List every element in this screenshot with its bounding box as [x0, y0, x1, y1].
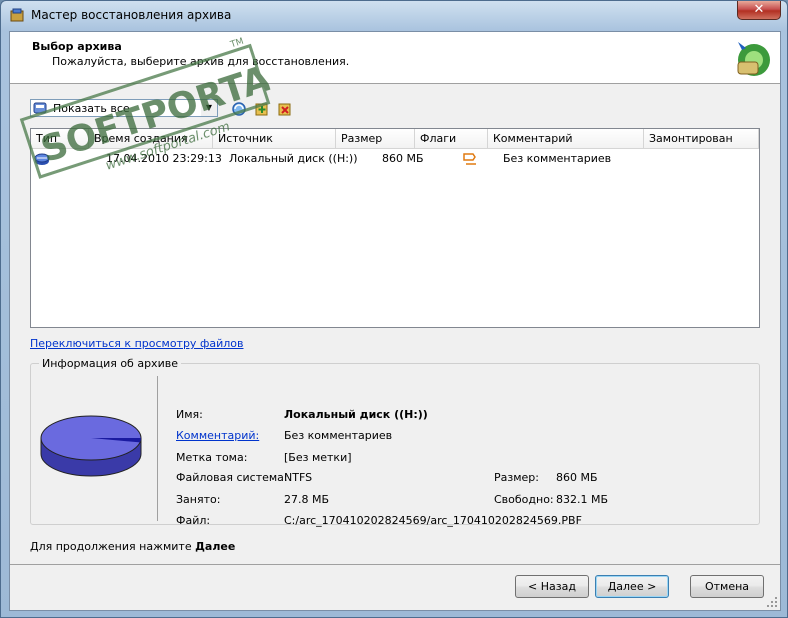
info-divider — [157, 376, 158, 521]
switch-to-files-link[interactable]: Переключиться к просмотру файлов — [30, 337, 243, 350]
page-title: Выбор архива — [32, 40, 122, 53]
row-comment: Без комментариев — [503, 152, 612, 165]
app-icon — [10, 8, 24, 22]
archive-info-group: Информация об архиве Имя: Локальный диск… — [30, 357, 760, 527]
column-size[interactable]: Размер — [336, 129, 415, 149]
name-label: Имя: — [176, 408, 203, 421]
resize-grip-icon[interactable] — [766, 596, 778, 608]
back-button[interactable]: < Назад — [515, 575, 589, 598]
name-value: Локальный диск ((H:)) — [284, 408, 428, 421]
restore-wizard-icon — [730, 36, 774, 80]
column-comment[interactable]: Комментарий — [488, 129, 644, 149]
comment-link[interactable]: Комментарий: — [176, 429, 259, 442]
filesystem-label: Файловая система: — [176, 471, 288, 484]
disk-usage-pie-chart — [40, 415, 142, 477]
column-mounted[interactable]: Замонтирован — [644, 129, 759, 149]
used-value: 27.8 МБ — [284, 493, 330, 506]
archive-info-legend: Информация об архиве — [39, 357, 181, 370]
file-value: C:/arc_170410202824569/arc_1704102028245… — [284, 514, 582, 527]
title-bar[interactable]: Мастер восстановления архива ✕ — [1, 1, 787, 29]
next-button[interactable]: Далее > — [595, 575, 669, 598]
continue-hint-bold: Далее — [195, 540, 236, 553]
comment-value: Без комментариев — [284, 429, 393, 442]
used-label: Занято: — [176, 493, 221, 506]
volume-label: Метка тома: — [176, 451, 248, 464]
close-button[interactable]: ✕ — [737, 1, 781, 20]
file-label: Файл: — [176, 514, 211, 527]
row-source: Локальный диск ((H:)) — [229, 152, 358, 165]
filesystem-value: NTFS — [284, 471, 313, 484]
footer-separator — [10, 564, 780, 565]
window-title: Мастер восстановления архива — [31, 8, 232, 22]
row-size: 860 МБ — [382, 152, 424, 165]
continue-hint-prefix: Для продолжения нажмите — [30, 540, 196, 553]
continue-hint: Для продолжения нажмите Далее — [30, 540, 235, 553]
wizard-window: Мастер восстановления архива ✕ Выбор арх… — [0, 0, 788, 618]
cancel-button[interactable]: Отмена — [690, 575, 764, 598]
free-label: Свободно: — [494, 493, 554, 506]
free-value: 832.1 МБ — [556, 493, 609, 506]
volume-value: [Без метки] — [284, 451, 352, 464]
size-label: Размер: — [494, 471, 539, 484]
size-value: 860 МБ — [556, 471, 598, 484]
flag-icon — [463, 153, 476, 165]
column-flags[interactable]: Флаги — [415, 129, 488, 149]
